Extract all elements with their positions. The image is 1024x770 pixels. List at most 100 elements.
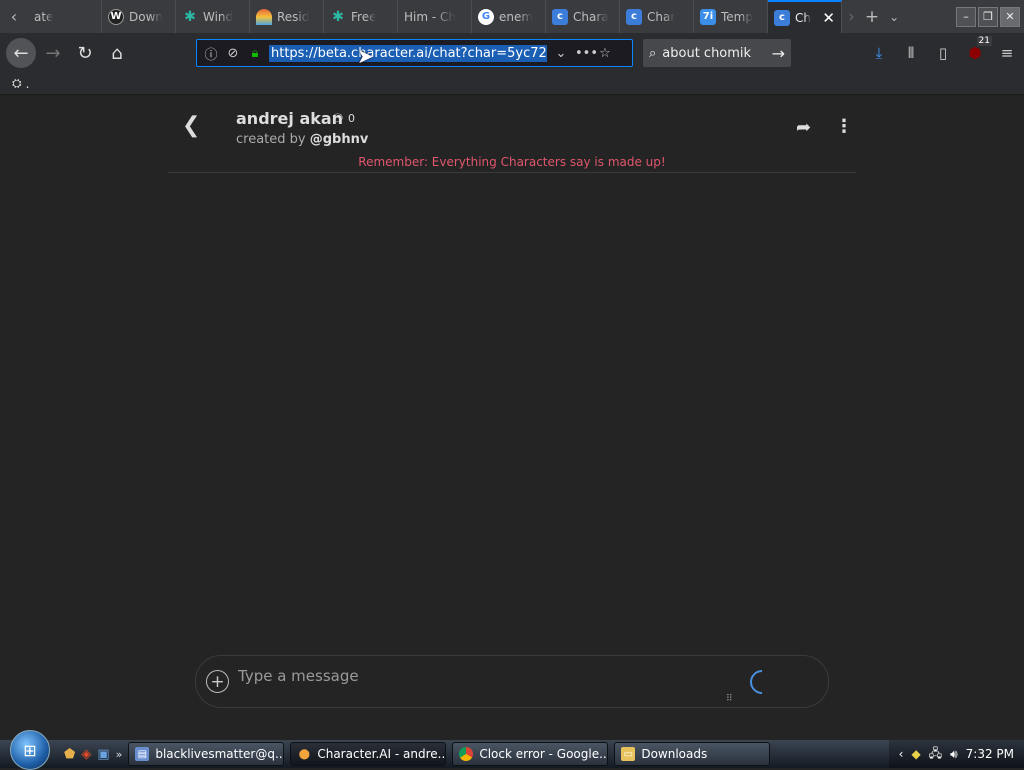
- bookmark-item-label[interactable]: .: [26, 77, 30, 91]
- tab-label: Char: [647, 9, 676, 24]
- search-bar[interactable]: ⌕ about chomik →: [643, 39, 791, 67]
- tab-label: Free: [351, 9, 377, 24]
- google-icon: G: [478, 8, 494, 25]
- tab-1[interactable]: W Down: [102, 0, 176, 33]
- tab-strip: ‹ ate W Down ✱ Wind Resid ✱ Free Him - C…: [0, 0, 1024, 33]
- volume-icon[interactable]: 🔊︎: [950, 747, 958, 762]
- puzzle-icon: ✱: [184, 8, 196, 25]
- share-icon[interactable]: ➦: [796, 117, 811, 138]
- tray-expand-icon[interactable]: ‹: [899, 747, 904, 761]
- tab-active[interactable]: c Ch ✕: [768, 0, 842, 33]
- add-attachment-icon[interactable]: +: [206, 670, 229, 693]
- url-text[interactable]: https://beta.character.ai/chat?char=5yc7…: [269, 44, 547, 62]
- 7i-icon: 7i: [700, 8, 716, 25]
- close-tab-icon[interactable]: ✕: [822, 9, 835, 27]
- creator-link[interactable]: @gbhnv: [310, 132, 369, 147]
- taskbar-item[interactable]: Clock error - Google...: [452, 742, 609, 766]
- tray-app-icon[interactable]: ◆: [911, 747, 920, 761]
- search-icon: ⌕: [649, 45, 657, 61]
- info-icon[interactable]: ⓘ: [203, 44, 219, 63]
- chat-header: ❮ andrej akan 💬︎ 0 created by @gbhnv ➦ ⋮…: [168, 95, 856, 173]
- bookmark-star-icon[interactable]: ☆: [597, 46, 613, 61]
- reload-icon[interactable]: ↻: [70, 38, 100, 68]
- characterai-icon: c: [626, 8, 642, 25]
- chrome-icon: [459, 747, 474, 761]
- clock[interactable]: 7:32 PM: [966, 747, 1014, 761]
- tab-scroll-left-icon[interactable]: ‹: [0, 0, 28, 33]
- tab-9[interactable]: 7i Temp: [694, 0, 768, 33]
- message-input[interactable]: [236, 664, 716, 688]
- system-tray: ‹ ◆ 🖧︎ 🔊︎ 7:32 PM: [888, 740, 1024, 768]
- quick-launch: ⬟ ◈ ▣ »: [64, 747, 122, 762]
- library-icon[interactable]: ⦀: [900, 42, 922, 64]
- chat-count: 💬︎ 0: [331, 112, 355, 125]
- ublock-badge: 21: [976, 36, 992, 46]
- tab-0[interactable]: ate: [28, 0, 102, 33]
- restore-icon[interactable]: ❐: [978, 6, 998, 27]
- hamburger-menu-icon[interactable]: ≡: [996, 42, 1018, 64]
- created-by-prefix: created by: [236, 132, 306, 147]
- tab-label: Resid: [277, 9, 310, 24]
- created-by: created by @gbhnv: [236, 132, 368, 147]
- taskbar-item[interactable]: ▭ Downloads: [614, 742, 771, 766]
- tab-label: Ch: [795, 10, 811, 25]
- bookmark-item-icon[interactable]: ⛭: [12, 76, 22, 91]
- taskbar-item[interactable]: ▤ blacklivesmatter@q...: [128, 742, 285, 766]
- taskbar-item-label: blacklivesmatter@q...: [155, 747, 285, 761]
- window-close-icon[interactable]: ✕: [1000, 6, 1020, 27]
- chevron-left-icon[interactable]: ❮: [182, 113, 200, 138]
- vmware-icon: ▤: [135, 747, 150, 761]
- more-vertical-icon[interactable]: ⋮: [835, 116, 853, 137]
- rainbow-icon: [256, 8, 272, 25]
- start-button[interactable]: ⊞: [10, 730, 50, 770]
- windows-taskbar: ⊞ ⬟ ◈ ▣ » ▤ blacklivesmatter@q... ⬤ Char…: [0, 730, 1024, 770]
- chat-count-value: 0: [347, 112, 355, 125]
- search-go-arrow-icon[interactable]: →: [772, 44, 785, 63]
- tab-label: Temp: [721, 9, 753, 24]
- puzzle-icon: ✱: [332, 8, 344, 25]
- search-text[interactable]: about chomik: [662, 46, 751, 61]
- tab-label: ate: [34, 9, 54, 24]
- home-icon[interactable]: ⌂: [102, 38, 132, 68]
- download-icon[interactable]: ⤓: [868, 42, 890, 64]
- tab-label: enem: [499, 9, 534, 24]
- taskbar-item-label: Clock error - Google...: [479, 747, 609, 761]
- show-desktop-icon[interactable]: ▣: [97, 747, 109, 762]
- tab-label: Down: [129, 9, 164, 24]
- page-content: ❮ andrej akan 💬︎ 0 created by @gbhnv ➦ ⋮…: [0, 95, 1024, 740]
- tab-scroll-right-icon[interactable]: ›: [848, 7, 855, 27]
- quick-launch-overflow-icon[interactable]: »: [116, 748, 123, 761]
- tab-label: Him - Ch: [404, 9, 456, 24]
- tab-4[interactable]: ✱ Free: [324, 0, 398, 33]
- w-logo-icon: W: [108, 8, 124, 25]
- chevron-down-icon[interactable]: ⌄: [553, 46, 569, 61]
- network-icon[interactable]: 🖧︎: [929, 744, 942, 765]
- quick-launch-app-icon[interactable]: ⬟: [64, 747, 75, 762]
- back-arrow-icon[interactable]: ←: [6, 38, 36, 68]
- resize-grip-icon[interactable]: ⠿: [726, 694, 733, 704]
- new-tab-icon[interactable]: +: [865, 7, 879, 27]
- taskbar-item-label: Character.AI - andre...: [317, 747, 447, 761]
- lock-icon[interactable]: 🔒︎: [247, 46, 263, 61]
- sidebar-icon[interactable]: ▯: [932, 42, 954, 64]
- quick-launch-browser-icon[interactable]: ◈: [81, 747, 91, 762]
- tab-7[interactable]: c Chara: [546, 0, 620, 33]
- tab-2[interactable]: ✱ Wind: [176, 0, 250, 33]
- tab-label: Chara: [573, 9, 609, 24]
- list-tabs-icon[interactable]: ⌄: [889, 10, 899, 24]
- tab-5[interactable]: Him - Ch: [398, 0, 472, 33]
- page-actions-icon[interactable]: •••: [575, 46, 598, 61]
- url-bar[interactable]: ⓘ ⊘ 🔒︎ https://beta.character.ai/chat?ch…: [196, 39, 633, 67]
- folder-icon: ▭: [621, 747, 636, 761]
- characterai-icon: c: [774, 9, 790, 26]
- tab-3[interactable]: Resid: [250, 0, 324, 33]
- minimize-icon[interactable]: –: [956, 6, 976, 27]
- autoplay-blocked-icon[interactable]: ⊘: [225, 46, 241, 61]
- message-composer: + ⠿: [195, 655, 829, 708]
- forward-arrow-icon[interactable]: →: [38, 38, 68, 68]
- ublock-icon[interactable]: ⬢ 21: [964, 36, 992, 64]
- characterai-icon: c: [552, 8, 568, 25]
- tab-8[interactable]: c Char: [620, 0, 694, 33]
- taskbar-item-active[interactable]: ⬤ Character.AI - andre...: [290, 742, 447, 766]
- tab-6[interactable]: G enem: [472, 0, 546, 33]
